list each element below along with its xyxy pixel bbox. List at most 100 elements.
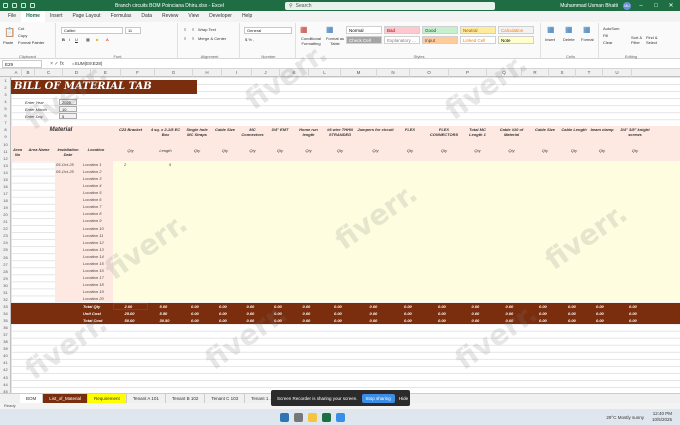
totals-value[interactable]: 0.00 [303, 317, 311, 324]
totals-value[interactable]: 0.00 [596, 303, 604, 310]
row-header[interactable]: 35 [0, 318, 11, 323]
style-neutral[interactable]: Neutral [460, 26, 496, 34]
row-header[interactable]: 19 [0, 205, 11, 210]
minimize-button[interactable]: – [636, 3, 646, 9]
row-header[interactable]: 24 [0, 240, 11, 245]
row-header[interactable]: 1 [0, 78, 11, 83]
insert-cells-button[interactable]: Insert [545, 37, 555, 42]
delete-cells-button[interactable]: Delete [563, 37, 575, 42]
clear-button[interactable]: Clear [603, 40, 613, 45]
totals-value[interactable]: 0.00 [191, 303, 199, 310]
font-name-select[interactable]: Calibri [61, 27, 123, 34]
windows-start-icon[interactable] [280, 412, 289, 422]
sheet-tab[interactable]: BOM [20, 394, 44, 403]
tab-home[interactable]: Home [21, 10, 45, 23]
column-header[interactable]: I [222, 69, 252, 77]
edge-icon[interactable] [336, 412, 345, 422]
number-format-select[interactable]: General [244, 27, 292, 34]
column-header[interactable]: G [155, 69, 193, 77]
row-header[interactable]: 8 [0, 127, 11, 132]
totals-value[interactable]: 0.00 [539, 317, 547, 324]
fx-icon[interactable]: × ✓ fx [42, 61, 72, 67]
formula-input[interactable]: =SUM(E9:E28) [72, 61, 102, 66]
row-header[interactable]: 15 [0, 177, 11, 182]
style-good[interactable]: Good [422, 26, 458, 34]
fill-button[interactable]: Fill [603, 33, 608, 38]
totals-value[interactable]: 0.00 [274, 317, 282, 324]
row-header[interactable]: 14 [0, 170, 11, 175]
sheet-tab[interactable]: List_of_Material [43, 394, 89, 403]
row-header[interactable]: 12 [0, 156, 11, 161]
column-header[interactable]: C [35, 69, 63, 77]
save-icon[interactable] [12, 3, 17, 8]
column-header[interactable]: M [341, 69, 377, 77]
location-cell[interactable]: Location 9 [83, 218, 101, 223]
fill-color-icon[interactable]: ■ [96, 37, 98, 42]
row-header[interactable]: 43 [0, 375, 11, 380]
column-header[interactable]: K [280, 69, 309, 77]
style-note[interactable]: Note [498, 36, 534, 44]
row-header[interactable]: 44 [0, 382, 11, 387]
column-header[interactable]: L [309, 69, 341, 77]
column-header[interactable]: R [522, 69, 549, 77]
underline-button[interactable]: U [75, 37, 78, 42]
location-cell[interactable]: Location 12 [83, 240, 104, 245]
column-header[interactable]: Q [487, 69, 522, 77]
location-cell[interactable]: Location 6 [83, 197, 101, 202]
row-header[interactable]: 6 [0, 113, 11, 118]
row-header[interactable]: 34 [0, 311, 11, 316]
style-input[interactable]: Input [422, 36, 458, 44]
conditional-formatting-button[interactable]: Conditional Formatting [298, 36, 324, 46]
enter-year-value[interactable]: 2025 [59, 99, 77, 105]
location-cell[interactable]: Location 14 [83, 254, 104, 259]
align-left-icon[interactable]: ≡ [184, 36, 186, 41]
sheet-tab[interactable]: Tenant A 101 [126, 394, 166, 403]
totals-value[interactable]: 0.00 [438, 303, 446, 310]
column-header[interactable]: B [22, 69, 35, 77]
name-box[interactable]: E29 [2, 59, 42, 68]
date-cell[interactable]: 05-Oct-25 [56, 169, 74, 174]
column-header[interactable]: N [377, 69, 410, 77]
totals-value[interactable]: 0.00 [404, 310, 412, 317]
currency-icon[interactable]: $ % , [245, 37, 254, 42]
totals-value[interactable]: 0.00 [629, 317, 637, 324]
tab-data[interactable]: Data [136, 11, 157, 22]
sheet-tab[interactable]: Tenant C 103 [205, 394, 246, 403]
totals-value[interactable]: 50.00 [125, 317, 135, 324]
tab-view[interactable]: View [183, 11, 204, 22]
totals-value[interactable]: 0.00 [404, 303, 412, 310]
tab-help[interactable]: Help [237, 11, 257, 22]
row-header[interactable]: 16 [0, 184, 11, 189]
location-cell[interactable]: Location 1 [83, 162, 101, 167]
totals-value[interactable]: 0.00 [539, 303, 547, 310]
merge-center-button[interactable]: Merge & Center [198, 36, 226, 41]
location-cell[interactable]: Location 10 [83, 226, 104, 231]
totals-value[interactable]: 0.00 [438, 310, 446, 317]
column-header[interactable]: A [11, 69, 22, 77]
selected-cell[interactable] [113, 303, 148, 310]
totals-value[interactable]: 0.00 [596, 310, 604, 317]
totals-value[interactable]: 0.00 [472, 310, 480, 317]
borders-icon[interactable]: ▦ [86, 37, 90, 42]
hide-button[interactable]: Hide [399, 396, 408, 401]
row-header[interactable]: 39 [0, 346, 11, 351]
totals-value[interactable]: 0.00 [274, 303, 282, 310]
font-size-select[interactable]: 11 [125, 27, 141, 34]
row-header[interactable]: 40 [0, 353, 11, 358]
row-header[interactable]: 10 [0, 142, 11, 147]
format-as-table-button[interactable]: Format as Table [324, 36, 346, 46]
totals-value[interactable]: 0.00 [629, 310, 637, 317]
location-cell[interactable]: Location 5 [83, 190, 101, 195]
paste-button[interactable]: Paste [3, 40, 13, 45]
row-header[interactable]: 42 [0, 367, 11, 372]
avatar[interactable]: MU [623, 1, 631, 10]
redo-icon[interactable] [30, 3, 35, 8]
row-header[interactable]: 21 [0, 219, 11, 224]
location-cell[interactable]: Location 19 [83, 289, 104, 294]
search-taskbar-icon[interactable] [294, 412, 303, 422]
location-cell[interactable]: Location 7 [83, 204, 101, 209]
conditional-formatting-icon[interactable]: ▦ [300, 25, 308, 34]
font-color-icon[interactable]: A [106, 37, 109, 42]
format-cells-button[interactable]: Format [581, 37, 594, 42]
row-header[interactable]: 18 [0, 198, 11, 203]
